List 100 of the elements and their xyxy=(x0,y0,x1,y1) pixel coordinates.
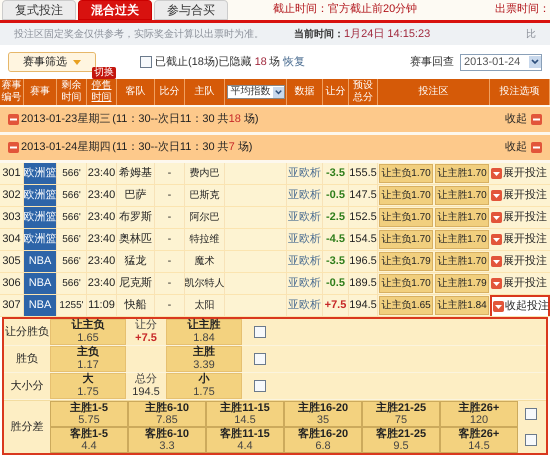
odds-button[interactable]: 让主负1.70 xyxy=(379,164,433,183)
row-label: 大小分 xyxy=(10,378,44,394)
odds-button[interactable]: 主胜26+ 120 xyxy=(440,401,518,427)
odds-button[interactable]: 大 1.75 xyxy=(50,373,126,399)
table-cell: 希姆基 xyxy=(117,163,155,184)
index-select[interactable]: 平均指数 xyxy=(226,85,284,99)
odds-button[interactable]: 客胜1-5 4.4 xyxy=(50,427,128,453)
odds-button[interactable]: 主胜21-25 75 xyxy=(362,401,440,427)
odds-button[interactable]: 让主胜1.84 xyxy=(435,296,489,315)
table-cell: 23:40 xyxy=(87,185,117,206)
group-unit: 场) xyxy=(244,112,259,128)
league-cell: 欧洲篮 xyxy=(24,229,57,250)
caret-icon[interactable] xyxy=(493,301,504,312)
odds-button[interactable]: 让主胜 1.84 xyxy=(166,319,242,345)
caret-icon[interactable] xyxy=(491,212,502,223)
checkbox[interactable] xyxy=(254,353,266,365)
middle-label: 让分 xyxy=(135,319,157,332)
caret-icon[interactable] xyxy=(491,190,502,201)
odds-button[interactable]: 让主胜1.70 xyxy=(435,252,489,271)
toggle-bet-button[interactable]: 展开投注 xyxy=(490,253,547,270)
row-label: 让分胜负 xyxy=(4,324,50,340)
toggle-bet-button[interactable]: 展开投注 xyxy=(490,187,547,204)
league-cell: NBA xyxy=(24,251,57,272)
league-cell: 欧洲篮 xyxy=(24,207,57,228)
odds-button[interactable]: 主胜1-5 5.75 xyxy=(50,401,128,427)
date-select[interactable]: 2013-01-24 xyxy=(460,54,542,70)
checkbox[interactable] xyxy=(525,434,537,446)
odds-button[interactable]: 让主负1.65 xyxy=(379,296,433,315)
odds-button[interactable]: 客胜21-25 9.5 xyxy=(362,427,440,453)
odds-button[interactable]: 让主胜1.79 xyxy=(435,274,489,293)
odds-button[interactable]: 主胜6-10 7.85 xyxy=(128,401,206,427)
odds-button[interactable]: 主胜 3.39 xyxy=(166,346,242,372)
odds-button[interactable]: 主胜16-20 35 xyxy=(284,401,362,427)
odds-button[interactable]: 让主胜1.70 xyxy=(435,164,489,183)
collapse-link[interactable]: 收起 xyxy=(505,111,527,128)
handicap-value: -3.5 xyxy=(326,166,345,182)
odds-button[interactable]: 让主负1.70 xyxy=(379,208,433,227)
odds-button[interactable]: 客胜16-20 6.8 xyxy=(284,427,362,453)
switch-badge[interactable]: 切换 xyxy=(92,67,116,79)
toggle-bet-button[interactable]: 展开投注 xyxy=(490,209,547,226)
table-cell: 566' xyxy=(57,229,87,250)
hidden-count-text: 已截止(18场)已隐藏 xyxy=(155,54,252,70)
group-date: 2013-01-24星期四 xyxy=(21,140,110,156)
group-range: (11：30--次日11：30 共 xyxy=(112,112,229,128)
tab[interactable]: 参与合买 xyxy=(154,0,228,20)
odds-button[interactable]: 让主负1.70 xyxy=(379,186,433,205)
table-cell: 阿尔巴 xyxy=(185,207,225,228)
table-cell: 魔术 xyxy=(185,251,225,272)
tab[interactable]: 混合过关 xyxy=(78,0,152,20)
toggle-bet-button[interactable]: 展开投注 xyxy=(490,231,547,248)
table-cell: 布罗斯 xyxy=(117,207,155,228)
table-cell: 特拉维 xyxy=(185,229,225,250)
checkbox[interactable] xyxy=(254,380,266,392)
table-cell: 太阳 xyxy=(185,295,225,316)
middle-value: +7.5 xyxy=(135,332,157,345)
odds-button[interactable]: 主负 1.17 xyxy=(50,346,126,372)
odds-button[interactable]: 让主胜1.70 xyxy=(435,186,489,205)
odds-button[interactable]: 让主负1.70 xyxy=(379,274,433,293)
tab[interactable]: 复式投注 xyxy=(2,0,76,20)
league-cell: 欧洲篮 xyxy=(24,163,57,184)
odds-button[interactable]: 主胜11-15 14.5 xyxy=(206,401,284,427)
toggle-bet-button[interactable]: 展开投注 xyxy=(490,275,547,292)
table-cell: 194.5 xyxy=(349,295,378,316)
table-cell: 23:40 xyxy=(87,207,117,228)
table-cell: 152.5 xyxy=(349,207,378,228)
caret-icon[interactable] xyxy=(491,234,502,245)
odds-button[interactable]: 让主负1.79 xyxy=(379,252,433,271)
collapse-link[interactable]: 收起 xyxy=(505,139,527,156)
checkbox[interactable] xyxy=(525,408,537,420)
checkbox[interactable] xyxy=(140,56,152,68)
league-cell: NBA xyxy=(24,295,57,316)
table-cell: 155.5 xyxy=(349,163,378,184)
odds-button[interactable]: 让主负 1.65 xyxy=(50,319,126,345)
collapse-icon[interactable] xyxy=(531,114,542,125)
odds-button[interactable]: 小 1.75 xyxy=(166,373,242,399)
table-cell: - xyxy=(155,273,185,294)
collapse-icon[interactable] xyxy=(531,142,542,153)
checkbox[interactable] xyxy=(254,326,266,338)
odds-button[interactable]: 让主负1.70 xyxy=(379,230,433,249)
table-cell: 亚欧析 xyxy=(287,295,323,316)
toggle-bet-button[interactable]: 展开投注 xyxy=(490,165,547,182)
table-cell: - xyxy=(155,207,185,228)
caret-icon[interactable] xyxy=(491,278,502,289)
caret-icon[interactable] xyxy=(491,256,502,267)
handicap-value: -2.5 xyxy=(326,210,345,226)
odds-button[interactable]: 客胜11-15 4.4 xyxy=(206,427,284,453)
caret-icon[interactable] xyxy=(491,168,502,179)
odds-button[interactable]: 客胜26+ 14.5 xyxy=(440,427,518,453)
odds-button[interactable]: 让主胜1.70 xyxy=(435,230,489,249)
table-cell: - xyxy=(155,295,185,316)
collapse-icon[interactable] xyxy=(8,114,19,125)
odds-button[interactable]: 让主胜1.70 xyxy=(435,208,489,227)
restore-link[interactable]: 恢复 xyxy=(282,54,305,70)
collapse-icon[interactable] xyxy=(8,142,19,153)
table-cell: 亚欧析 xyxy=(287,273,323,294)
odds-button[interactable]: 客胜6-10 3.3 xyxy=(128,427,206,453)
deadline-text: 截止时间：官方截止前20分钟 xyxy=(273,2,418,16)
table-cell: 23:40 xyxy=(87,229,117,250)
handicap-value: -0.5 xyxy=(326,276,345,292)
current-time: 1月24日 14:15:23 xyxy=(344,26,430,42)
